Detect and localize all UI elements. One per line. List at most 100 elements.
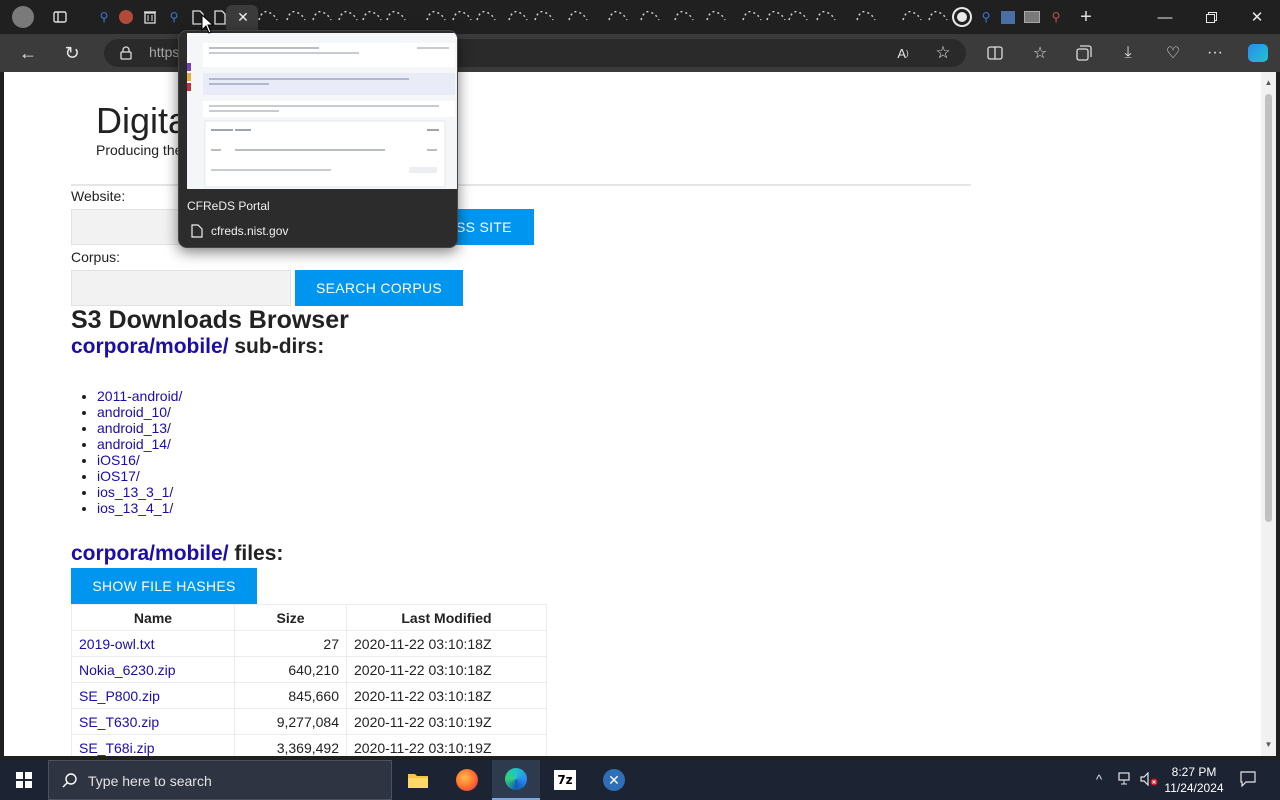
loading-tab-icon[interactable] <box>284 8 308 26</box>
file-link[interactable]: 2019-owl.txt <box>79 636 154 652</box>
loading-tab-icon[interactable] <box>450 8 474 26</box>
scrollbar-thumb[interactable] <box>1265 94 1272 522</box>
tab-favicon-grey-icon[interactable] <box>1022 7 1042 27</box>
network-icon[interactable] <box>1118 772 1134 789</box>
table-header-row: Name Size Last Modified <box>71 604 547 631</box>
file-link[interactable]: SE_T630.zip <box>79 714 159 730</box>
column-header-last-modified[interactable]: Last Modified <box>346 604 547 631</box>
split-screen-icon[interactable] <box>980 39 1010 67</box>
read-aloud-icon[interactable]: A) <box>888 39 918 67</box>
copilot-icon[interactable] <box>1243 39 1273 67</box>
column-header-size[interactable]: Size <box>234 604 347 631</box>
tab-favicon-trash-icon[interactable] <box>140 7 160 27</box>
github-tab-icon[interactable] <box>952 7 972 27</box>
tab-hover-preview: CFReDS Portal cfreds.nist.gov <box>178 30 458 248</box>
subdir-link[interactable]: iOS16/ <box>97 452 140 468</box>
loading-tab-icon[interactable] <box>606 8 630 26</box>
loading-tab-icon[interactable] <box>256 8 280 26</box>
files-heading: corpora/mobile/ files: <box>71 542 283 566</box>
tab-favicon-blue-icon[interactable] <box>998 7 1018 27</box>
file-explorer-icon[interactable] <box>394 760 442 800</box>
column-header-name[interactable]: Name <box>71 604 235 631</box>
downloads-icon[interactable]: ⤓ <box>1113 39 1143 67</box>
close-window-icon[interactable]: ✕ <box>1234 0 1280 34</box>
website-label: Website: <box>71 188 126 204</box>
performance-heart-icon[interactable]: ♡ <box>1158 39 1188 67</box>
tab-search-favicon-3-icon[interactable]: ⚲ <box>976 7 996 27</box>
taskbar-search-box[interactable]: Type here to search <box>48 760 392 800</box>
favorite-star-icon[interactable]: ☆ <box>928 39 958 67</box>
7zip-icon[interactable]: 7z <box>541 760 589 800</box>
subdir-link[interactable]: ios_13_4_1/ <box>97 500 173 516</box>
loading-tab-icon[interactable] <box>566 8 590 26</box>
minimize-window-icon[interactable]: — <box>1142 0 1188 34</box>
show-file-hashes-button[interactable]: SHOW FILE HASHES <box>71 568 257 604</box>
search-corpus-button[interactable]: SEARCH CORPUS <box>295 270 463 306</box>
loading-tab-icon[interactable] <box>384 8 408 26</box>
close-tab-icon[interactable]: ✕ <box>233 7 253 27</box>
volume-muted-icon[interactable] <box>1140 771 1158 789</box>
loading-tab-icon[interactable] <box>900 8 924 26</box>
restore-window-icon[interactable] <box>1188 0 1234 34</box>
tab-actions-icon[interactable] <box>50 7 70 27</box>
tab-preview-url: cfreds.nist.gov <box>211 224 289 238</box>
tool-app-icon[interactable]: ✕ <box>590 760 638 800</box>
file-size-cell: 27 <box>234 630 347 657</box>
refresh-icon[interactable]: ↻ <box>57 39 87 67</box>
file-link[interactable]: Nokia_6230.zip <box>79 662 176 678</box>
loading-tab-icon[interactable] <box>672 8 696 26</box>
loading-tab-icon[interactable] <box>704 8 728 26</box>
scroll-down-icon[interactable]: ▼ <box>1264 740 1273 749</box>
loading-tab-icon[interactable] <box>740 8 764 26</box>
loading-tab-icon[interactable] <box>638 8 662 26</box>
subdir-link[interactable]: android_14/ <box>97 436 171 452</box>
loading-tab-icon[interactable] <box>336 8 360 26</box>
loading-tab-icon[interactable] <box>814 8 838 26</box>
site-info-lock-icon[interactable] <box>111 39 141 67</box>
loading-tab-icon[interactable] <box>506 8 530 26</box>
subdirs-path-link[interactable]: corpora/mobile/ <box>71 335 229 358</box>
back-icon[interactable]: ← <box>13 39 43 67</box>
subdir-link[interactable]: android_13/ <box>97 420 171 436</box>
tab-search-favicon-icon[interactable]: ⚲ <box>94 7 114 27</box>
subdirs-heading: corpora/mobile/ sub-dirs: <box>71 335 324 359</box>
tab-search-favicon-2-icon[interactable]: ⚲ <box>164 7 184 27</box>
table-row: 2019-owl.txt 27 2020-11-22 03:10:18Z <box>71 630 547 657</box>
start-windows-icon[interactable] <box>0 760 48 800</box>
firefox-icon[interactable] <box>443 760 491 800</box>
file-link[interactable]: SE_P800.zip <box>79 688 160 704</box>
subdir-link[interactable]: 2011-android/ <box>97 388 182 404</box>
favorites-icon[interactable]: ☆ <box>1025 39 1055 67</box>
files-path-link[interactable]: corpora/mobile/ <box>71 542 229 565</box>
loading-tab-icon[interactable] <box>360 8 384 26</box>
edge-icon[interactable] <box>492 760 540 800</box>
subdir-link[interactable]: ios_13_3_1/ <box>97 484 173 500</box>
file-modified-cell: 2020-11-22 03:10:19Z <box>346 734 547 756</box>
loading-tab-icon[interactable] <box>424 8 448 26</box>
scroll-up-icon[interactable]: ▲ <box>1264 78 1273 87</box>
loading-tab-icon[interactable] <box>764 8 788 26</box>
loading-tab-icon[interactable] <box>532 8 556 26</box>
tab-favicon-red-icon[interactable] <box>116 7 136 27</box>
show-hidden-icons-icon[interactable]: ^ <box>1096 772 1102 787</box>
loading-tab-icon[interactable] <box>474 8 498 26</box>
collections-icon[interactable] <box>1069 39 1099 67</box>
page-scrollbar[interactable]: ▲ ▼ <box>1261 72 1276 756</box>
loading-tab-icon[interactable] <box>786 8 810 26</box>
loading-tab-icon[interactable] <box>926 8 950 26</box>
loading-tab-icon[interactable] <box>854 8 878 26</box>
file-name-cell: SE_P800.zip <box>71 682 235 709</box>
more-menu-icon[interactable]: ··· <box>1200 39 1230 67</box>
file-link[interactable]: SE_T68i.zip <box>79 740 154 756</box>
loading-tab-icon[interactable] <box>310 8 334 26</box>
subdir-link[interactable]: android_10/ <box>97 404 171 420</box>
profile-avatar-icon[interactable] <box>12 6 34 28</box>
tab-preview-page-icon <box>191 224 203 238</box>
tab-search-favicon-red-icon[interactable]: ⚲ <box>1046 7 1066 27</box>
taskbar-clock[interactable]: 8:27 PM 11/24/2024 <box>1160 764 1228 796</box>
table-row: SE_T630.zip 9,277,084 2020-11-22 03:10:1… <box>71 708 547 735</box>
new-tab-icon[interactable]: + <box>1076 6 1096 28</box>
notification-center-icon[interactable] <box>1240 771 1256 790</box>
subdir-link[interactable]: iOS17/ <box>97 468 140 484</box>
corpus-input[interactable] <box>71 270 291 306</box>
